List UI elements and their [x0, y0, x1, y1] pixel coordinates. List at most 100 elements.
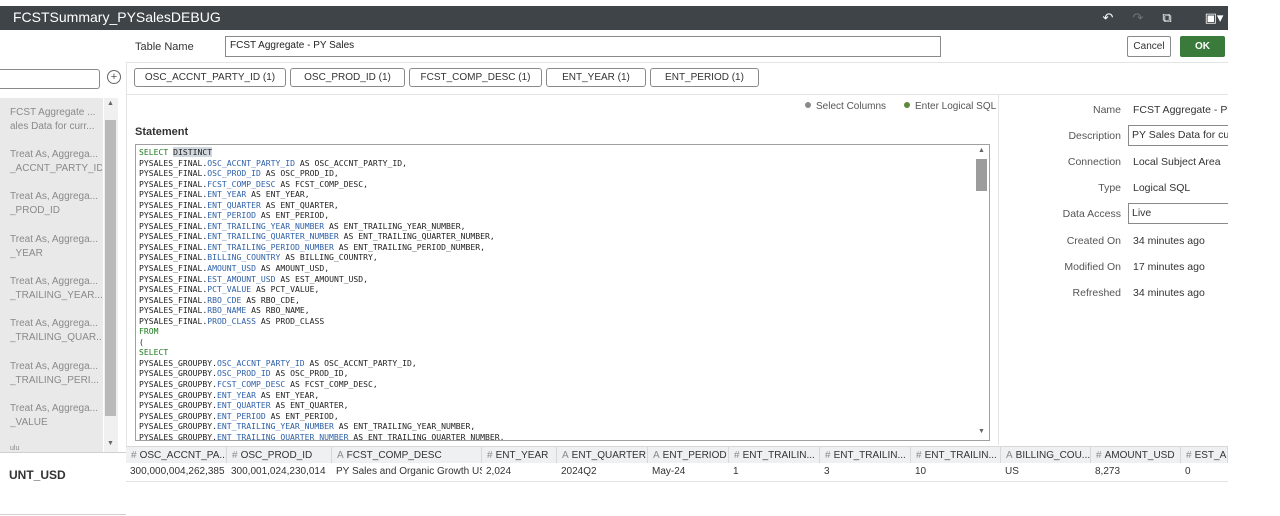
column-header[interactable]: A ENT_QUARTER — [557, 447, 648, 464]
save-icon[interactable]: ▣▾ — [1201, 9, 1227, 27]
sql-token: EST_AMOUNT_USD — [207, 273, 276, 284]
sidebar-item[interactable]: ales Data for curr... — [10, 120, 102, 134]
table-cell[interactable]: 8,273 — [1091, 463, 1181, 481]
scroll-down-icon[interactable]: ▼ — [978, 428, 985, 435]
sql-token: AS ENT_PERIOD, — [255, 210, 330, 221]
column-header[interactable]: # OSC_PROD_ID — [227, 447, 332, 464]
table-name-input[interactable]: FCST Aggregate - PY Sales — [225, 36, 941, 57]
sql-line: PYSALES_GROUPBY.ENT_PERIOD AS ENT_PERIOD… — [139, 411, 504, 422]
table-cell[interactable]: US — [1001, 463, 1091, 481]
sql-token: ENT_TRAILING_YEAR_NUMBER — [216, 421, 334, 432]
edit-icon[interactable]: ⧉ — [1158, 9, 1176, 27]
scroll-up-icon[interactable]: ▲ — [107, 100, 114, 107]
sql-token: ENT_PERIOD — [216, 410, 266, 421]
sidebar-item[interactable]: _ACCNT_PARTY_ID — [10, 162, 102, 176]
sql-scroll-thumb[interactable] — [976, 159, 987, 191]
sql-token: AS ENT_TRAILING_YEAR_NUMBER, — [333, 421, 476, 432]
column-header[interactable]: A FCST_COMP_DESC — [332, 447, 482, 464]
numeric-type-icon: # — [232, 450, 238, 461]
column-header[interactable]: A BILLING_COU... — [1001, 447, 1091, 464]
table-cell[interactable]: May-24 — [648, 463, 729, 481]
column-header[interactable]: # ENT_TRAILIN... — [729, 447, 820, 464]
sidebar-selected-column[interactable]: UNT_USD — [9, 468, 66, 482]
undo-icon[interactable]: ↶ — [1099, 9, 1117, 27]
description-label: Description — [1068, 130, 1121, 142]
numeric-type-icon: # — [916, 450, 922, 461]
sql-line: PYSALES_FINAL.PROD_CLASS AS PROD_CLASS — [139, 316, 504, 327]
column-header-label: ENT_QUARTER — [571, 450, 646, 461]
key-chip-ent-period[interactable]: ENT_PERIOD (1) — [650, 68, 759, 87]
column-header[interactable]: # AMOUNT_USD — [1091, 447, 1181, 464]
description-input[interactable]: PY Sales Data for curr — [1128, 125, 1228, 146]
key-chip-osc-prod-id[interactable]: OSC_PROD_ID (1) — [290, 68, 405, 87]
sidebar-item[interactable]: Treat As, Aggrega... — [10, 360, 102, 374]
sidebar-item[interactable]: Treat As, Aggrega... — [10, 317, 102, 331]
cancel-button[interactable]: Cancel — [1127, 36, 1171, 57]
sql-token: PYSALES_GROUPBY. — [139, 410, 217, 421]
column-header-label: ENT_TRAILIN... — [833, 450, 906, 461]
ok-button[interactable]: OK — [1180, 36, 1225, 57]
sidebar-item[interactable]: ulu — [10, 442, 102, 456]
sql-token: AS FCST_COMP_DESC, — [275, 178, 369, 189]
sidebar-item[interactable]: Treat As, Aggrega... — [10, 275, 102, 289]
sidebar-item[interactable]: _TRAILING_YEAR... — [10, 289, 102, 303]
table-cell[interactable]: 3 — [820, 463, 911, 481]
select-columns-radio[interactable]: Select Columns — [805, 101, 886, 112]
add-icon[interactable]: + — [107, 70, 121, 84]
sql-token: AS ENT_QUARTER, — [270, 400, 349, 411]
table-cell[interactable]: 0 — [1181, 463, 1228, 481]
table-cell[interactable]: PY Sales and Organic Growth USD — [332, 463, 482, 481]
table-cell[interactable]: 2,024 — [482, 463, 557, 481]
type-value: Logical SQL — [1133, 182, 1191, 194]
scroll-up-icon[interactable]: ▲ — [978, 147, 985, 154]
table-cell[interactable]: 300,001,024,230,014 — [227, 463, 332, 481]
sidebar-item[interactable]: Treat As, Aggrega... — [10, 190, 102, 204]
sidebar-item[interactable]: _PROD_ID — [10, 204, 102, 218]
key-chip-osc-accnt-party-id[interactable]: OSC_ACCNT_PARTY_ID (1) — [134, 68, 286, 87]
sidebar-item[interactable]: Treat As, Aggrega... — [10, 402, 102, 416]
connection-value: Local Subject Area — [1133, 156, 1221, 168]
title-bar: FCSTSummary_PYSalesDEBUG ↶ ↷ ⧉ ▣▾ — [0, 6, 1228, 30]
table-cell[interactable]: 10 — [911, 463, 1001, 481]
table-row[interactable]: 300,000,004,262,385 300,001,024,230,014 PY… — [126, 463, 1228, 482]
sidebar-item[interactable]: _TRAILING_QUAR... — [10, 331, 102, 345]
sql-token: PYSALES_GROUPBY. — [139, 389, 217, 400]
sql-scrollbar[interactable]: ▲ ▼ — [974, 145, 989, 440]
sidebar-item[interactable]: _TRAILING_PERI... — [10, 374, 102, 388]
enter-logical-sql-radio[interactable]: Enter Logical SQL — [904, 101, 996, 112]
column-header[interactable]: # ENT_TRAILIN... — [820, 447, 911, 464]
column-header-label: EST_A — [1194, 450, 1227, 461]
sql-statement-editor[interactable]: SELECT DISTINCT PYSALES_FINAL.OSC_ACCNT_P… — [135, 144, 990, 441]
text-type-icon: A — [1006, 450, 1013, 461]
sidebar-scroll-thumb[interactable] — [105, 120, 116, 416]
sql-token: AMOUNT_USD — [207, 263, 256, 274]
redo-icon[interactable]: ↷ — [1129, 9, 1147, 27]
sidebar-item[interactable]: _YEAR — [10, 247, 102, 261]
key-chip-fcst-comp-desc[interactable]: FCST_COMP_DESC (1) — [409, 68, 542, 87]
column-header[interactable]: # ENT_YEAR — [482, 447, 557, 464]
column-header[interactable]: # OSC_ACCNT_PA... — [126, 447, 227, 464]
sidebar-item[interactable]: Treat As, Aggrega... — [10, 148, 102, 162]
sql-line: PYSALES_GROUPBY.OSC_PROD_ID AS OSC_PROD_… — [139, 368, 504, 379]
scroll-down-icon[interactable]: ▼ — [107, 440, 114, 447]
sidebar-item[interactable]: FCST Aggregate ... — [10, 106, 102, 120]
table-cell[interactable]: 1 — [729, 463, 820, 481]
key-chip-ent-year[interactable]: ENT_YEAR (1) — [546, 68, 646, 87]
sql-line: PYSALES_FINAL.BILLING_COUNTRY AS BILLING… — [139, 252, 504, 263]
sql-token: AS RBO_NAME, — [246, 305, 310, 316]
sidebar-scrollbar[interactable]: ▲ ▼ — [104, 98, 118, 452]
sql-token: PYSALES_FINAL. — [139, 189, 208, 200]
table-cell[interactable]: 300,000,004,262,385 — [126, 463, 227, 481]
column-header[interactable]: # ENT_TRAILIN... — [911, 447, 1001, 464]
column-header[interactable]: # EST_A — [1181, 447, 1228, 464]
modified-on-value: 17 minutes ago — [1133, 261, 1205, 273]
sql-code[interactable]: SELECT DISTINCT PYSALES_FINAL.OSC_ACCNT_P… — [139, 147, 504, 440]
data-access-select[interactable]: Live — [1128, 203, 1228, 224]
column-header[interactable]: A ENT_PERIOD — [648, 447, 729, 464]
sidebar-item[interactable]: Treat As, Aggrega... — [10, 233, 102, 247]
sidebar-item[interactable]: _VALUE — [10, 416, 102, 430]
table-cell[interactable]: 2024Q2 — [557, 463, 648, 481]
refreshed-value: 34 minutes ago — [1133, 287, 1205, 299]
sql-token: FROM — [139, 326, 159, 337]
sidebar-search-input[interactable] — [0, 69, 100, 89]
